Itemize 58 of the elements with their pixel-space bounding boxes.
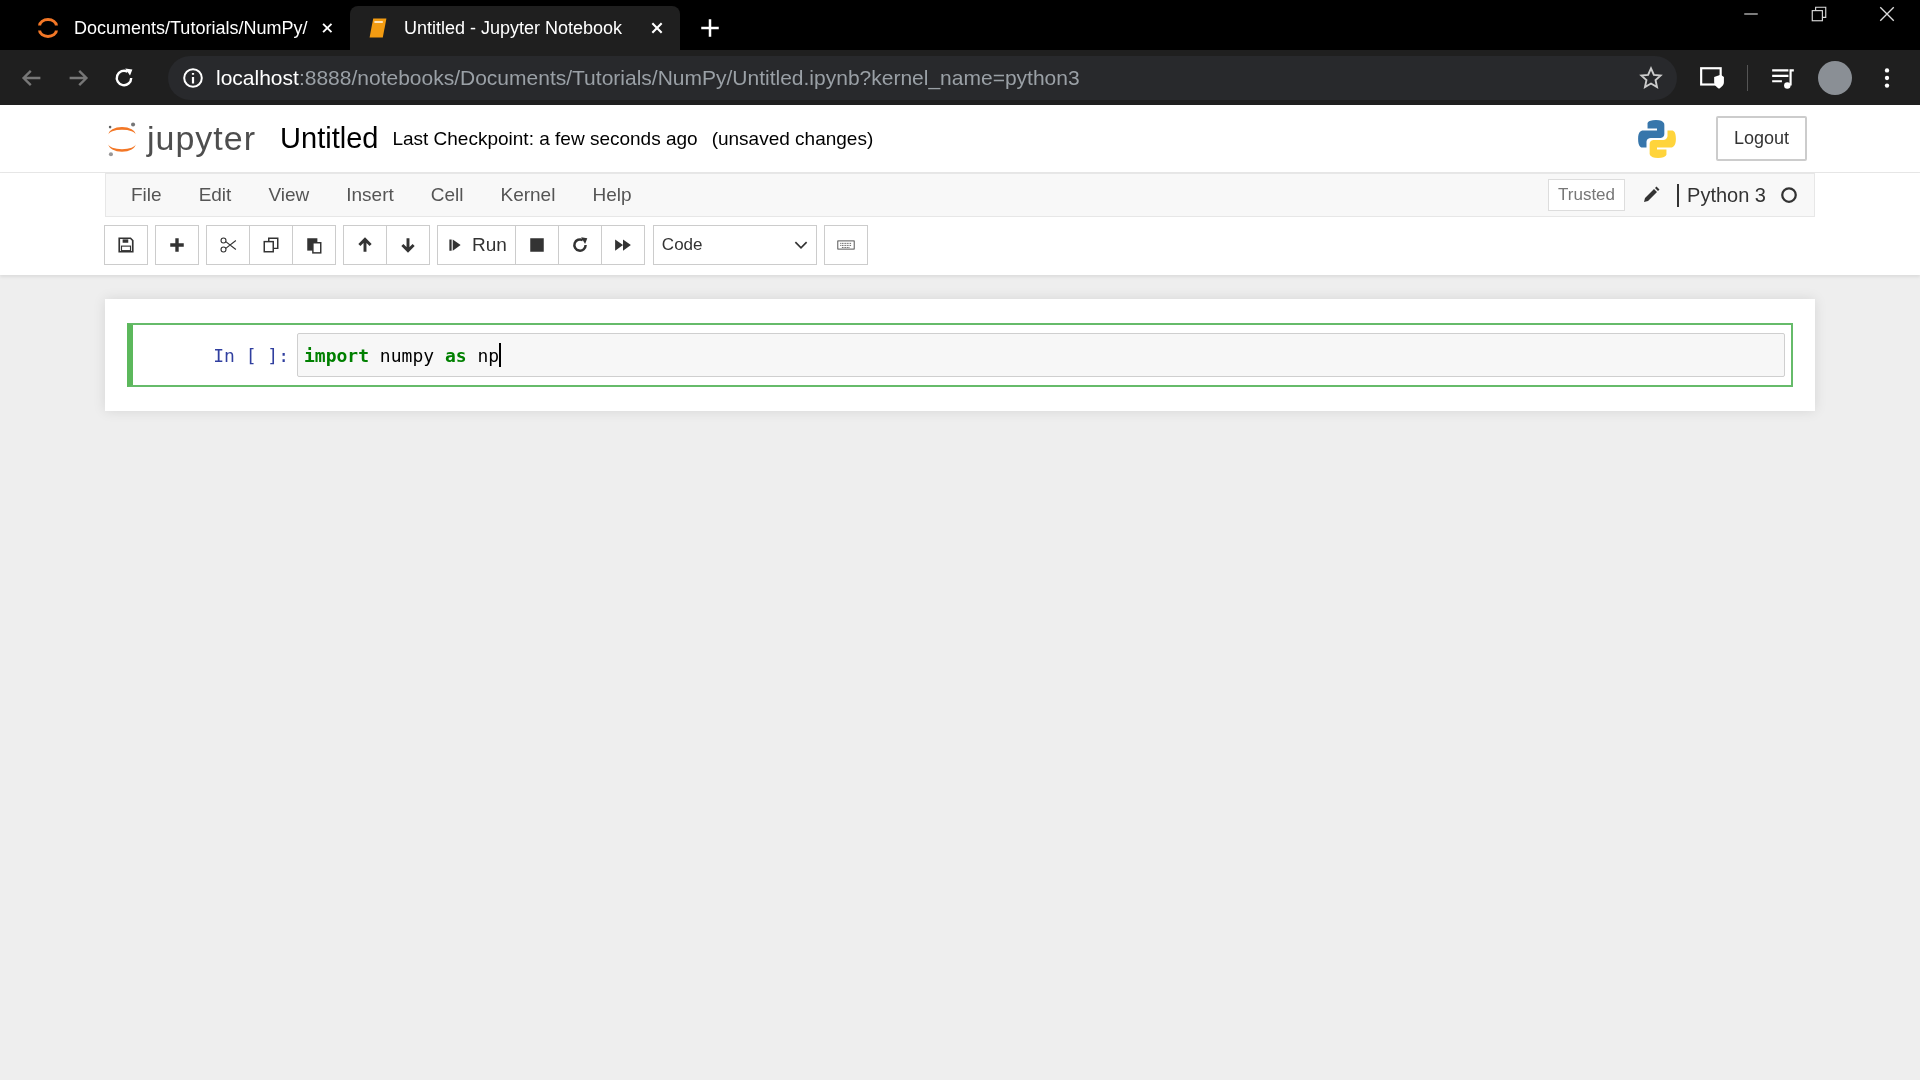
input-prompt: In [ ]: [212, 344, 289, 366]
keyboard-button[interactable] [823, 225, 868, 265]
copy-icon [262, 236, 280, 254]
text-cursor [499, 343, 502, 367]
cut-button[interactable] [206, 225, 250, 265]
trusted-indicator[interactable]: Trusted [1548, 179, 1626, 211]
shield-icon[interactable] [1699, 64, 1725, 91]
kernel-idle-icon [1780, 186, 1798, 204]
restore-icon[interactable] [1810, 5, 1828, 23]
jupyter-logo-text[interactable]: jupyter [147, 119, 257, 158]
browser-tab[interactable]: Documents/Tutorials/NumPy/ [20, 6, 350, 50]
tab-title: Untitled - Jupyter Notebook [404, 17, 624, 39]
menu-item[interactable]: View [253, 184, 332, 206]
close-icon[interactable] [1878, 5, 1896, 23]
info-icon[interactable] [182, 66, 204, 89]
menu-item[interactable]: Cell [415, 184, 486, 206]
url-text: localhost:8888/notebooks/Documents/Tutorials/NumPy/Untitled.ipynb?kernel_name=python3 [216, 65, 1081, 90]
jupyter-logo-icon [36, 16, 60, 40]
paste-button[interactable] [292, 225, 336, 265]
run-button[interactable]: Run [437, 225, 516, 265]
reload-icon [570, 236, 589, 254]
add-cell-button[interactable] [155, 225, 199, 265]
menu-item[interactable]: File [116, 184, 184, 206]
code-cell[interactable]: In [ ]: import numpy as np [127, 323, 1793, 387]
scissors-icon [219, 236, 237, 254]
stop-button[interactable] [514, 225, 559, 265]
paste-icon [305, 236, 323, 254]
menu-item[interactable]: Help [577, 184, 654, 206]
save-button[interactable] [104, 225, 148, 265]
address-bar[interactable]: localhost:8888/notebooks/Documents/Tutorials/NumPy/Untitled.ipynb?kernel_name=python3 [168, 55, 1677, 100]
checkpoint-text: Last Checkpoint: a few seconds ago [392, 127, 698, 150]
move-up-button[interactable] [343, 225, 387, 265]
plus-icon [168, 236, 186, 254]
menu-item[interactable]: Kernel [485, 184, 578, 206]
menu-item[interactable]: Insert [331, 184, 416, 206]
restart-button[interactable] [557, 225, 602, 265]
autosave-status: (unsaved changes) [711, 127, 874, 150]
fast-forward-button[interactable] [600, 225, 645, 265]
kernel-name: Python 3 [1677, 183, 1766, 207]
stop-icon [527, 236, 546, 254]
code-editor[interactable]: import numpy as np [297, 333, 1785, 377]
python-logo-icon [1635, 117, 1678, 160]
avatar[interactable] [1818, 60, 1852, 95]
save-icon [117, 236, 135, 254]
move-down-button[interactable] [386, 225, 430, 265]
logout-button[interactable]: Logout [1715, 116, 1807, 161]
star-icon[interactable] [1639, 65, 1663, 90]
caret-icon [793, 240, 808, 250]
tab-title: Documents/Tutorials/NumPy/ [74, 17, 308, 39]
browser-tab[interactable]: Untitled - Jupyter Notebook [350, 6, 680, 50]
copy-button[interactable] [249, 225, 293, 265]
menu-item[interactable]: Edit [183, 184, 254, 206]
arrow-down-icon [399, 236, 417, 254]
cell-type-dropdown[interactable]: Code [652, 225, 817, 265]
pencil-icon[interactable] [1641, 185, 1662, 205]
new-tab-icon[interactable] [700, 18, 720, 38]
notebook-name[interactable]: Untitled [280, 122, 379, 155]
arrow-up-icon [356, 236, 374, 254]
